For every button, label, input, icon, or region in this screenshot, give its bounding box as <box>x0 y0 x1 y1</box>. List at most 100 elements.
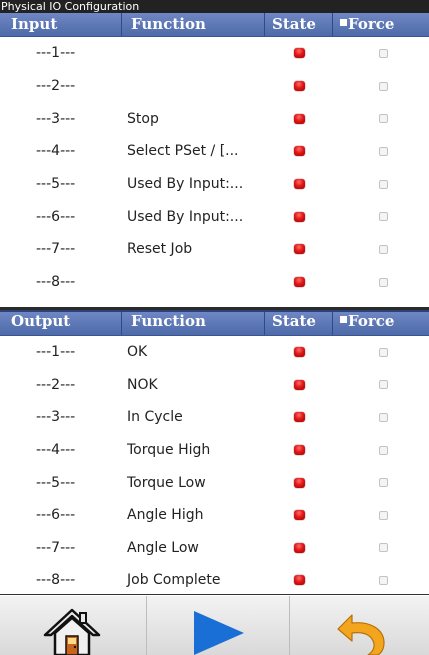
state-led-icon <box>293 244 305 255</box>
output-number: ---1--- <box>36 344 76 361</box>
state-cell <box>264 70 332 103</box>
input-number: ---1--- <box>36 45 76 62</box>
state-cell <box>264 401 332 434</box>
force-header-square-icon <box>340 19 347 26</box>
input-header-row: Input Function State Force <box>0 13 429 37</box>
force-cell <box>332 466 429 499</box>
state-led-icon <box>293 575 305 586</box>
output-row[interactable]: ---7--- Angle Low <box>0 532 429 565</box>
state-led-icon <box>293 277 305 288</box>
output-row[interactable]: ---2--- NOK <box>0 369 429 402</box>
force-checkbox[interactable] <box>379 81 388 91</box>
output-function: NOK <box>127 376 158 393</box>
play-button[interactable] <box>146 596 289 655</box>
state-cell <box>264 200 332 233</box>
input-row[interactable]: ---8--- <box>0 266 429 299</box>
output-row[interactable]: ---3--- In Cycle <box>0 401 429 434</box>
output-number: ---5--- <box>36 474 76 491</box>
force-checkbox[interactable] <box>379 48 388 58</box>
state-led-icon <box>293 347 305 358</box>
input-number: ---4--- <box>36 143 76 160</box>
force-checkbox[interactable] <box>379 347 388 357</box>
input-function: Used By Input:... <box>127 208 244 225</box>
input-function <box>127 70 267 103</box>
state-cell <box>264 168 332 201</box>
force-checkbox[interactable] <box>379 478 388 488</box>
force-cell <box>332 200 429 233</box>
force-checkbox[interactable] <box>379 412 388 422</box>
force-checkbox[interactable] <box>379 510 388 520</box>
state-led-icon <box>293 146 305 157</box>
force-checkbox[interactable] <box>379 543 388 553</box>
state-cell <box>264 466 332 499</box>
output-function: Angle High <box>127 507 204 524</box>
force-cell <box>332 434 429 467</box>
state-column-header: State <box>264 13 332 36</box>
output-row[interactable]: ---4--- Torque High <box>0 434 429 467</box>
undo-button[interactable] <box>289 596 429 655</box>
output-function: Torque Low <box>127 474 206 491</box>
output-row[interactable]: ---5--- Torque Low <box>0 466 429 499</box>
output-row[interactable]: ---6--- Angle High <box>0 499 429 532</box>
input-function: Used By Input:... <box>127 176 244 193</box>
force-header-label: Force <box>348 312 395 330</box>
input-function <box>127 266 267 299</box>
output-rows: ---1--- OK ---2--- NOK ---3--- In Cycle … <box>0 336 429 597</box>
state-cell <box>264 266 332 299</box>
state-led-icon <box>293 81 305 92</box>
force-checkbox[interactable] <box>379 244 388 254</box>
force-cell <box>332 369 429 402</box>
force-cell <box>332 233 429 266</box>
output-header-row: Output Function State Force <box>0 310 429 336</box>
force-cell <box>332 336 429 369</box>
function-column-header: Function <box>121 13 264 36</box>
force-checkbox[interactable] <box>379 212 388 222</box>
force-checkbox[interactable] <box>379 179 388 189</box>
force-column-header[interactable]: Force <box>332 312 429 335</box>
force-checkbox[interactable] <box>379 114 388 124</box>
input-row[interactable]: ---1--- <box>0 37 429 70</box>
force-cell <box>332 266 429 299</box>
input-row[interactable]: ---4--- Select PSet / [... <box>0 135 429 168</box>
state-cell <box>264 369 332 402</box>
state-cell <box>264 434 332 467</box>
input-column-header: Input <box>11 15 58 33</box>
input-row[interactable]: ---7--- Reset Job <box>0 233 429 266</box>
home-button[interactable] <box>0 596 143 655</box>
state-led-icon <box>293 379 305 390</box>
input-row[interactable]: ---5--- Used By Input:... <box>0 168 429 201</box>
force-checkbox[interactable] <box>379 380 388 390</box>
force-cell <box>332 564 429 597</box>
force-checkbox[interactable] <box>379 575 388 585</box>
input-row[interactable]: ---6--- Used By Input:... <box>0 200 429 233</box>
input-function: Reset Job <box>127 241 193 258</box>
input-function: Select PSet / [... <box>127 143 239 160</box>
force-cell <box>332 168 429 201</box>
state-led-icon <box>293 412 305 423</box>
input-row[interactable]: ---2--- <box>0 70 429 103</box>
output-number: ---3--- <box>36 409 76 426</box>
bottom-toolbar <box>0 596 429 655</box>
force-cell <box>332 135 429 168</box>
output-number: ---8--- <box>36 572 76 589</box>
force-cell <box>332 532 429 565</box>
input-row[interactable]: ---3--- Stop <box>0 102 429 135</box>
output-column-header: Output <box>11 312 71 330</box>
input-function: Stop <box>127 110 159 127</box>
input-number: ---5--- <box>36 176 76 193</box>
force-checkbox[interactable] <box>379 445 388 455</box>
output-row[interactable]: ---8--- Job Complete <box>0 564 429 597</box>
output-row[interactable]: ---1--- OK <box>0 336 429 369</box>
force-cell <box>332 70 429 103</box>
state-cell <box>264 499 332 532</box>
output-number: ---6--- <box>36 507 76 524</box>
force-column-header[interactable]: Force <box>332 13 429 36</box>
state-cell <box>264 102 332 135</box>
play-icon <box>194 611 244 655</box>
force-header-square-icon <box>340 316 347 323</box>
force-checkbox[interactable] <box>379 146 388 156</box>
state-led-icon <box>293 113 305 124</box>
output-function: OK <box>127 344 148 361</box>
force-checkbox[interactable] <box>379 277 388 287</box>
state-cell <box>264 564 332 597</box>
